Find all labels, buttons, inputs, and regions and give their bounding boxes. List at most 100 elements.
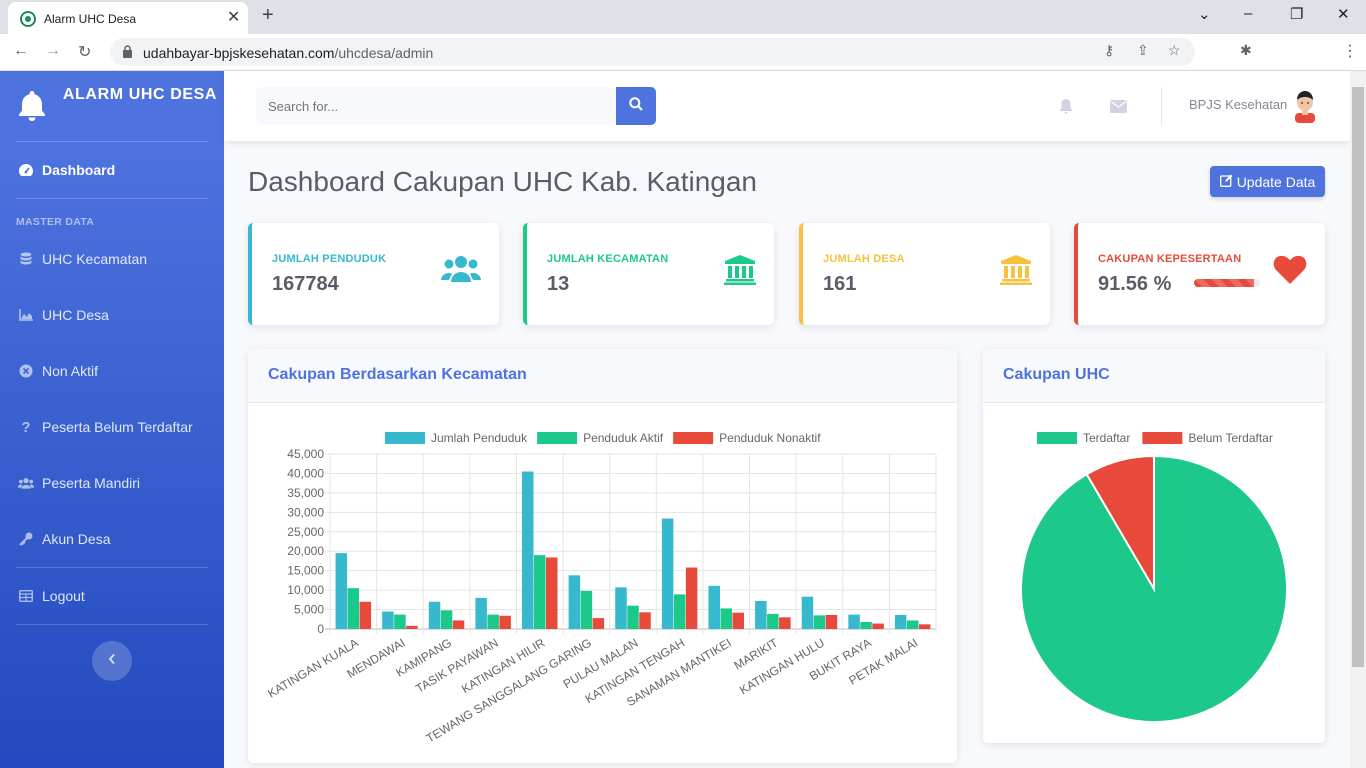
bar: [779, 617, 791, 629]
bar: [428, 601, 441, 629]
maximize-icon[interactable]: ❐: [1290, 5, 1303, 23]
bar: [860, 622, 872, 629]
y-tick-label: 0: [317, 622, 324, 636]
update-data-button[interactable]: Update Data: [1210, 166, 1325, 197]
tab-close-icon[interactable]: ✕: [227, 7, 240, 27]
minimize-icon[interactable]: –: [1244, 5, 1252, 22]
search-input[interactable]: [256, 87, 616, 125]
share-icon[interactable]: ⇪: [1137, 42, 1149, 59]
card-value: 13: [547, 273, 570, 295]
sidebar-brand[interactable]: ALARM UHC DESA: [0, 71, 224, 141]
bar: [894, 615, 907, 629]
bar: [580, 590, 593, 629]
database-icon: [18, 252, 34, 266]
bar: [825, 615, 838, 629]
sidebar-item-akun-desa[interactable]: Akun Desa: [0, 519, 224, 559]
bar: [732, 612, 744, 629]
sidebar-item-label: Logout: [42, 588, 85, 604]
card-label: JUMLAH KECAMATAN: [547, 253, 669, 265]
card-jumlah-penduduk: JUMLAH PENDUDUK 167784: [248, 223, 499, 325]
alerts-bell-icon[interactable]: [1059, 98, 1073, 119]
card-jumlah-kecamatan: JUMLAH KECAMATAN 13: [523, 223, 774, 325]
menu-icon[interactable]: ⋮: [1342, 41, 1358, 61]
sidebar-item-label: Akun Desa: [42, 531, 111, 547]
bar: [546, 557, 558, 629]
tab-search-icon[interactable]: ⌄: [1198, 5, 1211, 23]
bar: [801, 596, 814, 629]
extensions-icon[interactable]: ✱: [1240, 42, 1252, 59]
bar: [534, 555, 546, 629]
search-form: [256, 87, 656, 125]
bar-chart: Jumlah Penduduk Penduduk Aktif Penduduk No…: [265, 431, 937, 746]
sidebar-item-peserta-mandiri[interactable]: Peserta Mandiri: [0, 463, 224, 503]
sidebar-item-uhc-kecamatan[interactable]: UHC Kecamatan: [0, 239, 224, 279]
url-field[interactable]: udahbayar-bpjskesehatan.com/uhcdesa/admi…: [110, 38, 1195, 66]
key-icon[interactable]: ⚷: [1104, 42, 1114, 59]
area-chart-icon: [18, 309, 34, 321]
page-scrollbar[interactable]: [1350, 71, 1366, 768]
legend-label: Jumlah Penduduk: [431, 431, 528, 445]
bar: [813, 615, 826, 629]
sidebar-item-dashboard[interactable]: Dashboard: [0, 150, 224, 190]
bar: [615, 587, 627, 629]
scrollbar-thumb[interactable]: [1352, 87, 1364, 667]
browser-tab[interactable]: Alarm UHC Desa ✕: [8, 2, 248, 34]
bar: [592, 618, 605, 629]
tab-title: Alarm UHC Desa: [44, 12, 137, 26]
legend-swatch: [385, 432, 425, 444]
back-icon[interactable]: ←: [13, 42, 29, 60]
bookmark-star-icon[interactable]: ☆: [1168, 42, 1181, 59]
bell-icon: [19, 91, 45, 121]
users-icon: [18, 477, 34, 489]
url-text: udahbayar-bpjskesehatan.com/uhcdesa/admi…: [143, 45, 434, 61]
chevron-left-icon: [108, 652, 116, 670]
bar: [347, 588, 360, 629]
browser-tab-bar: Alarm UHC Desa ✕ + ⌄ – ❐ ✕: [0, 0, 1366, 34]
bar: [335, 553, 348, 629]
reload-icon[interactable]: ↻: [78, 42, 91, 62]
key-icon: [18, 532, 34, 546]
bar: [394, 614, 406, 629]
bar: [720, 608, 732, 629]
sidebar-toggle-button[interactable]: [92, 641, 132, 681]
y-tick-label: 25,000: [287, 525, 324, 539]
sidebar-divider: [16, 567, 208, 568]
card-label: JUMLAH PENDUDUK: [272, 253, 387, 265]
bar: [627, 605, 639, 629]
y-tick-label: 40,000: [287, 466, 324, 480]
pie-chart-panel: Cakupan UHC Terdaftar Belum Terdaftar: [983, 349, 1325, 743]
forward-icon[interactable]: →: [45, 42, 61, 60]
sidebar-item-uhc-desa[interactable]: UHC Desa: [0, 295, 224, 335]
y-tick-label: 35,000: [287, 486, 324, 500]
legend-swatch: [1037, 432, 1077, 444]
messages-envelope-icon[interactable]: [1110, 100, 1127, 118]
user-avatar[interactable]: [1292, 89, 1318, 128]
sidebar-item-peserta-belum-terdaftar[interactable]: ? Peserta Belum Terdaftar: [0, 407, 224, 447]
sidebar-item-label: Peserta Mandiri: [42, 475, 141, 491]
sidebar-item-logout[interactable]: Logout: [0, 576, 224, 616]
legend-swatch: [673, 432, 714, 444]
sidebar: ALARM UHC DESA Dashboard MASTER DATA UHC…: [0, 71, 224, 768]
sidebar-divider: [16, 624, 208, 625]
bar: [755, 601, 767, 629]
bar: [685, 567, 698, 629]
legend-label: Terdaftar: [1083, 431, 1130, 445]
bar: [440, 610, 453, 629]
new-tab-icon[interactable]: +: [262, 4, 274, 27]
sidebar-divider: [16, 141, 208, 142]
topbar-divider: [1161, 87, 1162, 125]
user-name[interactable]: BPJS Kesehatan: [1189, 97, 1287, 112]
topbar: BPJS Kesehatan: [224, 71, 1350, 141]
bar: [568, 575, 581, 629]
sidebar-item-non-aktif[interactable]: Non Aktif: [0, 351, 224, 391]
times-circle-icon: [18, 364, 34, 378]
landmark-icon: [1000, 255, 1032, 290]
sidebar-divider: [16, 198, 208, 199]
card-value: 161: [823, 273, 857, 295]
update-data-label: Update Data: [1236, 173, 1316, 190]
search-button[interactable]: [616, 87, 656, 125]
sidebar-item-label: UHC Kecamatan: [42, 251, 148, 267]
coverage-progress-fill: [1194, 279, 1255, 287]
y-tick-label: 30,000: [287, 505, 324, 519]
window-close-icon[interactable]: ✕: [1337, 5, 1350, 23]
